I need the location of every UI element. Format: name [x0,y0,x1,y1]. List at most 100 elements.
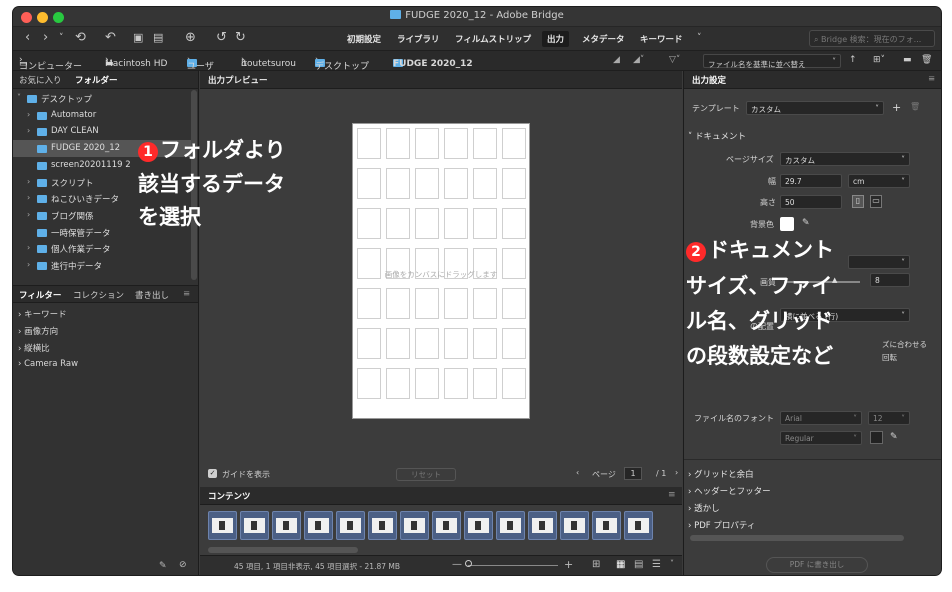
content-scrollbar[interactable] [208,547,358,553]
show-guides-checkbox[interactable]: ✓ [208,469,217,478]
tab-folders[interactable]: フォルダー [75,74,118,86]
width-input[interactable]: 29.7 [780,174,842,188]
workspace-library[interactable]: ライブラリ [392,31,445,47]
rotate-left-icon[interactable]: ↺ [216,31,227,45]
font-color-swatch[interactable] [870,431,883,444]
list-view-icon[interactable]: ☰ [652,559,661,570]
tab-filter[interactable]: フィルター [19,289,61,301]
thumbnail[interactable] [368,511,397,540]
reset-button[interactable]: リセット [396,468,456,481]
thumbnail[interactable] [496,511,525,540]
folder-tree-item[interactable]: › 個人作業データ [13,240,191,257]
tab-export[interactable]: 書き出し [135,289,169,301]
slider-handle[interactable] [465,560,472,567]
tab-output-settings[interactable]: 出力設定 [688,74,730,86]
tab-collections[interactable]: コレクション [73,289,124,301]
return-icon[interactable]: ↶ [105,31,116,45]
chevron-icon[interactable]: › [27,243,30,252]
output-page-canvas[interactable]: 画像をカンバスにドラッグします [352,123,530,419]
section-watermark[interactable]: › 透かし [688,502,720,514]
thumbnail-size-slider[interactable] [468,565,558,566]
unit-select[interactable]: cm ˅ [848,174,910,188]
sort-select[interactable]: ファイル名を基準に並べ替え ˅ [703,54,841,69]
folder-tree-item[interactable]: › 進行中データ [13,257,191,274]
chevron-icon[interactable]: › [27,260,30,269]
pin-icon[interactable]: ✎ [159,561,167,571]
zoom-in-icon[interactable]: + [564,558,573,571]
new-folder-icon[interactable]: ▬ [903,55,912,65]
breadcrumb-users[interactable]: ユーザ › [187,55,214,72]
filter-camera-raw[interactable]: › Camera Raw [18,359,78,369]
history-icon[interactable]: ⟲ [75,31,86,45]
page-size-select[interactable]: カスタム ˅ [780,152,910,166]
thumbnail[interactable] [592,511,621,540]
chevron-icon[interactable]: › [27,177,30,186]
export-pdf-button[interactable]: PDF に書き出し [766,557,868,573]
chevron-icon[interactable]: › [27,110,30,119]
trash-icon[interactable]: 🗑 [921,55,932,65]
thumbnail[interactable] [432,511,461,540]
grid-lock-icon[interactable]: ⊞ [592,559,600,570]
thumbnail[interactable] [208,511,237,540]
workspace-filmstrip[interactable]: フィルムストリップ [450,31,536,47]
zoom-out-icon[interactable]: — [452,559,462,570]
section-grid[interactable]: › グリッドと余白 [688,468,754,480]
workspace-output[interactable]: 出力 [542,31,570,47]
chevron-icon[interactable]: › [27,126,30,135]
thumbnail-view-icon[interactable]: ▦ [616,559,625,570]
chevron-icon[interactable]: › [27,193,30,202]
page-number-input[interactable]: 1 [624,467,642,480]
thumbnail[interactable] [272,511,301,540]
background-color-swatch[interactable] [780,217,794,231]
chevron-icon[interactable]: › [27,210,30,219]
forward-icon[interactable]: › [43,31,48,45]
workspace-metadata[interactable]: メタデータ [577,31,630,47]
chevron-icon[interactable]: ˅ [17,93,21,102]
workspace-menu-icon[interactable]: ˅ [697,31,702,45]
thumbnail[interactable] [528,511,557,540]
sort-direction-icon[interactable]: ↑ [849,55,857,65]
thumbnail[interactable] [624,511,653,540]
chevron-down-icon[interactable]: ˅ [670,559,674,568]
font-select[interactable]: Arial ˅ [780,411,862,425]
eyedropper-icon[interactable]: ✎ [890,432,898,442]
thumbnail[interactable] [336,511,365,540]
eyedropper-icon[interactable]: ✎ [802,218,810,228]
tab-content[interactable]: コンテンツ [204,490,255,502]
quality-icon[interactable]: ◢ [613,55,620,65]
detail-view-icon[interactable]: ▤ [634,559,643,570]
thumbnail[interactable] [240,511,269,540]
delete-template-icon[interactable]: 🗑 [910,102,920,111]
portrait-icon[interactable]: ▯ [852,195,864,208]
prev-page-icon[interactable]: ‹ [576,468,579,477]
chevron-down-icon[interactable]: ˅ [59,31,64,45]
camera-icon[interactable]: ▣ [133,31,143,45]
section-document[interactable]: ˅ ドキュメント [688,130,746,142]
thumbnail[interactable] [464,511,493,540]
font-size-select[interactable]: 12 ˅ [868,411,910,425]
back-icon[interactable]: ‹ [25,31,30,45]
filter-orientation[interactable]: › 画像方向 [18,325,58,337]
refine-icon[interactable]: ▤ [153,31,163,45]
search-input[interactable]: ⌕ Bridge 検索：現在のフォ... [809,30,935,47]
quality-input[interactable]: 8 [870,273,910,287]
breadcrumb-disk[interactable]: ▬ Macintosh HD › [105,55,167,69]
workspace-default[interactable]: 初期設定 [342,31,386,47]
breadcrumb-desktop[interactable]: デスクトップ › [315,55,369,72]
height-input[interactable]: 50 [780,195,842,209]
panel-menu-icon[interactable]: ≡ [664,490,680,500]
thumbnail[interactable] [400,511,429,540]
next-page-icon[interactable]: › [675,468,678,477]
quality-menu-icon[interactable]: ◢˅ [633,55,644,65]
open-recent-icon[interactable]: ⊕ [185,31,196,45]
thumbnail[interactable] [560,511,589,540]
filter-icon[interactable]: ▽˅ [669,55,680,65]
add-template-icon[interactable]: + [892,101,901,114]
tab-favorites[interactable]: お気に入り [19,74,62,86]
landscape-icon[interactable]: ▭ [870,195,882,208]
folder-tree-item[interactable]: › Automator [13,107,191,124]
section-header-footer[interactable]: › ヘッダーとフッター [688,485,771,497]
panel-menu-icon[interactable]: ≡ [924,74,939,84]
open-recent-files-icon[interactable]: ⊞˅ [873,55,885,65]
panel-menu-icon[interactable]: ≡ [183,289,190,299]
